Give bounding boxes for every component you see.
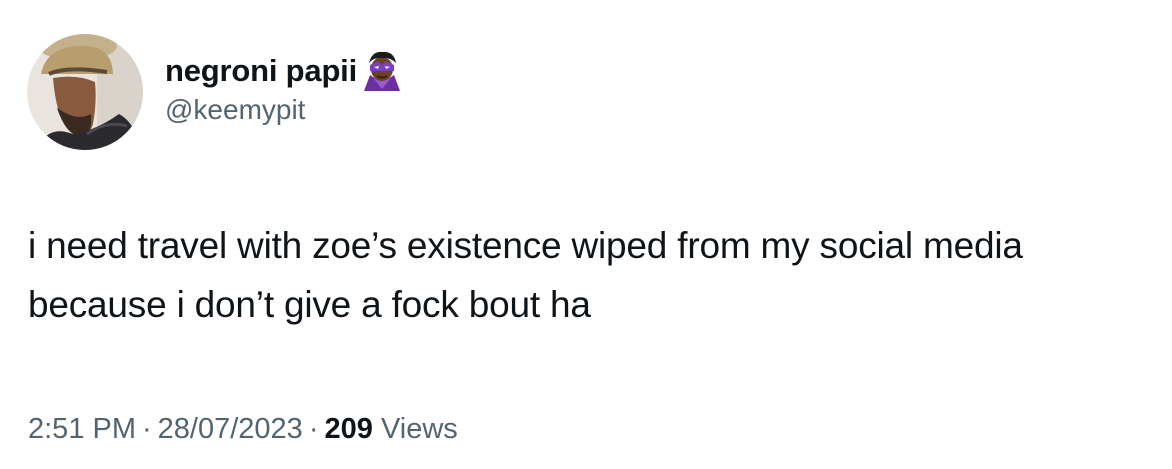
tweet-date[interactable]: 28/07/2023 xyxy=(158,413,303,445)
tweet-card: negroni papii @keemypit i need travel wi… xyxy=(0,0,1172,469)
tweet-text: i need travel with zoe’s existence wiped… xyxy=(28,225,1023,325)
separator-dot: · xyxy=(142,413,152,445)
user-names: negroni papii @keemypit xyxy=(165,50,404,126)
supervillain-emoji-icon xyxy=(360,49,404,93)
display-name-row: negroni papii xyxy=(165,50,404,92)
display-name[interactable]: negroni papii xyxy=(165,53,357,89)
tweet-header: negroni papii @keemypit xyxy=(27,33,404,151)
views-label: Views xyxy=(380,413,458,445)
views-count[interactable]: 209 xyxy=(325,413,373,445)
avatar[interactable] xyxy=(27,34,143,150)
tweet-time[interactable]: 2:51 PM xyxy=(28,413,136,445)
user-handle[interactable]: @keemypit xyxy=(165,94,404,126)
separator-dot-2: · xyxy=(308,413,319,445)
avatar-photo-icon xyxy=(27,34,143,150)
tweet-meta: 2:51 PM · 28/07/2023 · 209 Views xyxy=(28,413,458,446)
